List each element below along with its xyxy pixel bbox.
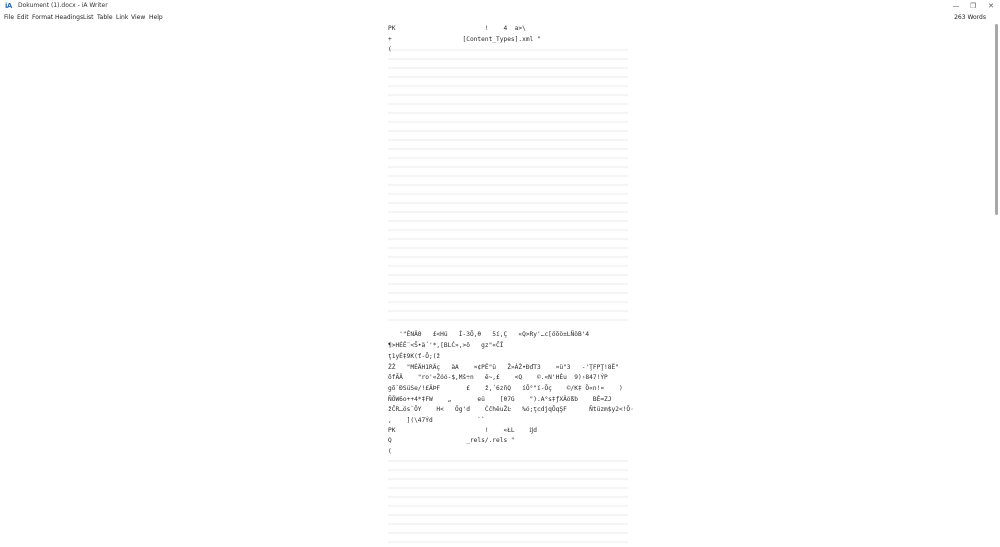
ia-writer-logo-icon: iA [5, 2, 12, 10]
minimize-button[interactable]: — [947, 0, 965, 12]
scrollbar-thumb[interactable] [995, 24, 998, 215]
document-line: ţ1yÉ‡9K(ť-Ō;(ž [388, 353, 441, 360]
menu-view[interactable]: View [131, 14, 145, 21]
menu-format[interactable]: Format [32, 14, 53, 21]
document-line: Q _rels/.rels " [388, 437, 515, 444]
title-bar: iA Dokument (1).docx - iA Writer — ❐ ✕ [0, 0, 1000, 12]
document-line: ÑÖW6o++4*‡FW „ eü [θ7G ").A°s‡ƒXÄößb BÊ=… [388, 396, 612, 403]
document-line: PK ! 4 a>\ [388, 25, 526, 32]
document-line: , ](\47Ýd `` [388, 417, 485, 424]
document-line: PK ! «ŁL ĳd [388, 427, 538, 434]
document-line: ( [388, 448, 392, 455]
faded-binary-text [388, 455, 628, 547]
menu-headings[interactable]: Headings [55, 14, 83, 21]
menu-file[interactable]: File [4, 14, 14, 21]
word-count-indicator[interactable]: 263 Words [954, 14, 986, 21]
document-line: ŽŽ "MÉÄH1RÄç äA ¤¢PÊ"ü Ž»ÀŽ•ÐďT3 ¤ü"3 -'… [388, 364, 619, 371]
close-button[interactable]: ✕ [982, 0, 1000, 12]
menu-link[interactable]: Link [116, 14, 128, 21]
document-line: + [Content_Types].xml " [388, 36, 541, 43]
menu-list[interactable]: List [83, 14, 94, 21]
menu-help[interactable]: Help [149, 14, 163, 21]
document-line: õfÃÄ "ro'«Žóó-$,Mš÷n ê~,£ <Q ©.«N'HÉu 9)… [388, 374, 608, 381]
maximize-button[interactable]: ❐ [964, 0, 982, 12]
document-line: žČR…ös`ÕY H< Ög'd ĊĉhěuŽĿ %ó;ţcdĵqÕqŞF Ñ… [388, 406, 634, 413]
faded-binary-text [388, 44, 628, 328]
menu-bar: File Edit Format Headings List Table Lin… [0, 13, 1000, 23]
document-line: ¶>HÉÊ¨<Š•ä´'*,[BLĆ»,>ŏ gz"«ĈĬ [388, 342, 504, 349]
menu-edit[interactable]: Edit [17, 14, 29, 21]
menu-table[interactable]: Table [97, 14, 113, 21]
document-line: gõ`ÐSüSe/!£ÂÞF £ ž,´6zñQ íÕ°"í-Õç ©/K‡ Ö… [388, 385, 623, 392]
document-line: '"ÊNÄΘ £<Hü Í-3Õ,θ 5í,Ç «Q>Ry'…c[öõö±LÑö… [388, 331, 590, 338]
document-line: ( [388, 46, 392, 53]
window-title: Dokument (1).docx - iA Writer [18, 2, 108, 9]
